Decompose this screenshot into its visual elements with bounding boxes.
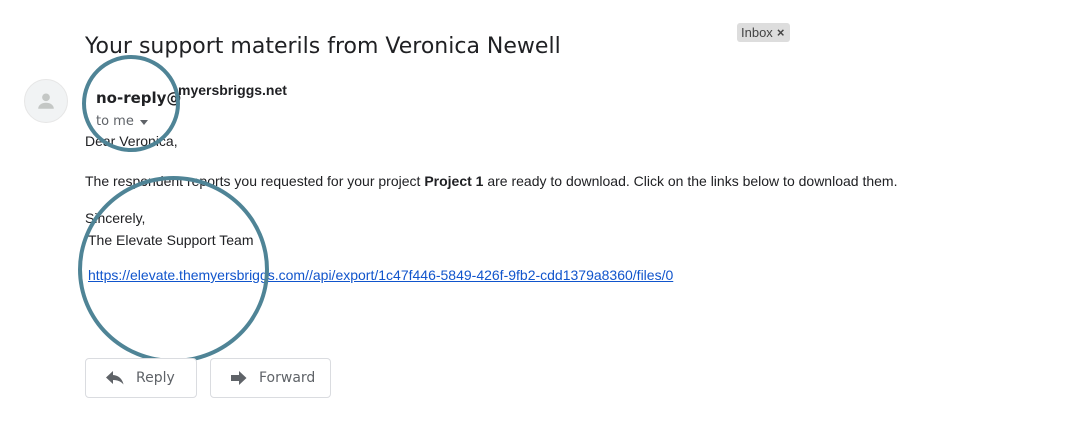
label-chip-text: Inbox xyxy=(741,25,773,40)
remove-label-icon[interactable]: × xyxy=(777,23,785,42)
avatar[interactable] xyxy=(24,79,68,123)
recipient-label: to me xyxy=(96,114,134,129)
reply-button[interactable]: Reply xyxy=(85,358,197,398)
recipient-line[interactable]: to me xyxy=(96,114,148,129)
email-signature: The Elevate Support Team xyxy=(88,232,254,248)
reply-arrow-icon xyxy=(106,371,124,385)
email-subject: Your support materils from Veronica Newe… xyxy=(85,34,561,59)
download-link[interactable]: https://elevate.themyersbriggs.com//api/… xyxy=(88,267,673,283)
forward-button[interactable]: Forward xyxy=(210,358,331,398)
sender-domain: myersbriggs.net xyxy=(178,82,287,98)
message-text-after: are ready to download. Click on the link… xyxy=(483,173,898,189)
forward-arrow-icon xyxy=(231,371,247,385)
inbox-label-chip: Inbox × xyxy=(737,23,791,42)
email-closing: Sincerely, xyxy=(85,210,146,226)
chevron-down-icon[interactable] xyxy=(139,120,148,125)
project-name: Project 1 xyxy=(424,173,484,189)
reply-button-label: Reply xyxy=(136,370,175,386)
email-message: The respondent reports you requested for… xyxy=(85,173,897,189)
sender-name[interactable]: no-reply@ xyxy=(96,89,181,107)
email-greeting: Dear Veronica, xyxy=(85,133,178,149)
forward-button-label: Forward xyxy=(259,370,316,386)
person-icon xyxy=(38,93,54,109)
message-text-before: The respondent reports you requested for… xyxy=(85,173,425,189)
